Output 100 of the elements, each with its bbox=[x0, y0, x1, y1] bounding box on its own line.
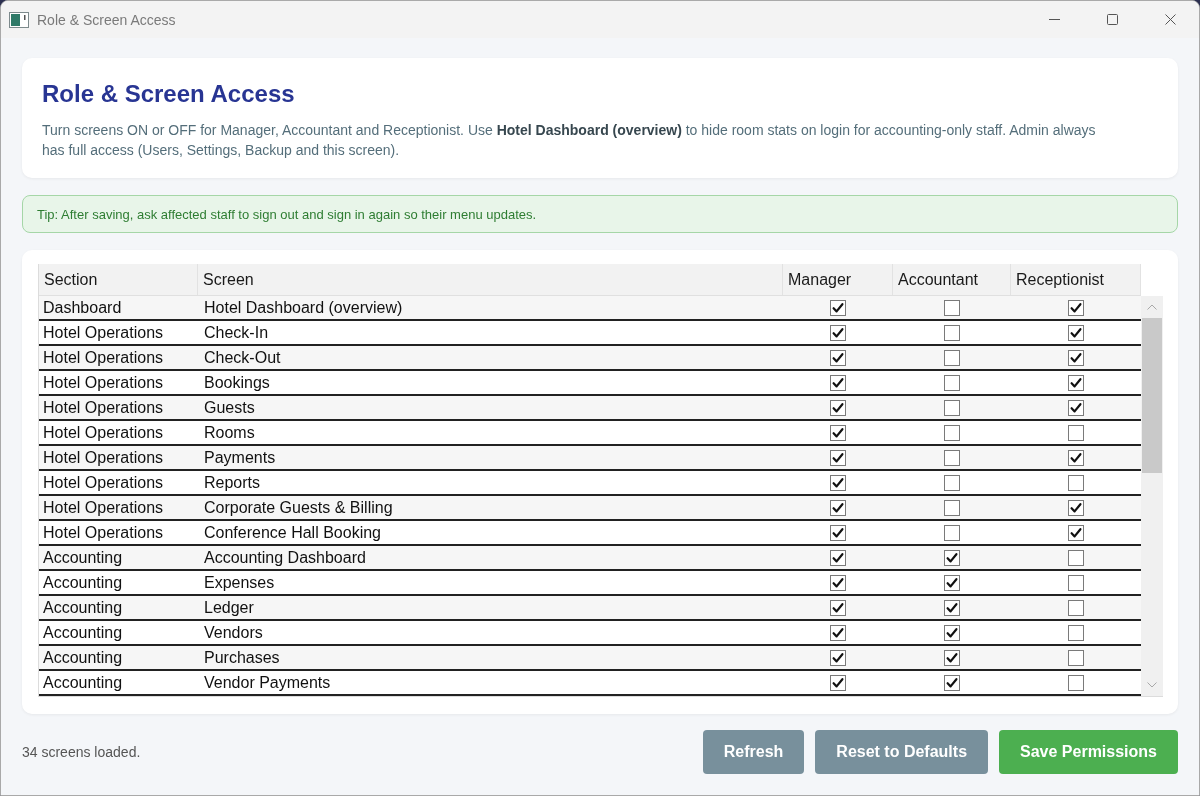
column-header[interactable]: Accountant bbox=[893, 264, 1011, 295]
table-cell-text: Hotel Operations bbox=[42, 422, 165, 443]
checkbox[interactable] bbox=[1068, 499, 1084, 516]
table-row[interactable]: Hotel Operations Guests bbox=[39, 396, 1141, 421]
table-cell-text: Ledger bbox=[203, 597, 255, 618]
checkbox[interactable] bbox=[1068, 299, 1084, 316]
checkbox[interactable] bbox=[944, 399, 960, 416]
table-row[interactable]: Accounting Accounting Dashboard bbox=[39, 546, 1141, 571]
table-cell-text: Vendor Payments bbox=[203, 672, 332, 693]
checkbox[interactable] bbox=[830, 524, 846, 541]
description-text: Turn screens ON or OFF for Manager, Accountant and Receptionist. Use Hotel Dashboard (overview) to hide room stats on login for accounting-only staff. Admin always has full access (Users, Settings, Backup and this screen). bbox=[42, 121, 1097, 160]
scrollbar-thumb[interactable] bbox=[1142, 318, 1162, 473]
checkbox[interactable] bbox=[830, 474, 846, 491]
checkbox[interactable] bbox=[830, 424, 846, 441]
checkbox[interactable] bbox=[944, 299, 960, 316]
table-cell-text: Accounting bbox=[42, 597, 124, 618]
checkbox[interactable] bbox=[830, 299, 846, 316]
table-row[interactable]: Dashboard Hotel Dashboard (overview) bbox=[39, 296, 1141, 321]
table-cell-text: Accounting bbox=[42, 672, 124, 693]
table-row[interactable]: Hotel Operations Check-Out bbox=[39, 346, 1141, 371]
checkbox[interactable] bbox=[830, 374, 846, 391]
table-cell-text: Hotel Operations bbox=[42, 522, 165, 543]
table-cell-text: Expenses bbox=[203, 572, 276, 593]
scrollbar[interactable] bbox=[1141, 296, 1163, 696]
table-cell-text: Conference Hall Booking bbox=[203, 522, 382, 543]
checkbox[interactable] bbox=[1068, 474, 1084, 491]
checkbox[interactable] bbox=[830, 649, 846, 666]
checkbox[interactable] bbox=[1068, 649, 1084, 666]
table-cell-text: Check-In bbox=[203, 322, 270, 343]
checkbox[interactable] bbox=[944, 599, 960, 616]
checkbox[interactable] bbox=[944, 499, 960, 516]
checkbox[interactable] bbox=[830, 599, 846, 616]
checkbox[interactable] bbox=[1068, 524, 1084, 541]
table-cell-text: Accounting bbox=[42, 647, 124, 668]
table-cell-text: Hotel Operations bbox=[42, 447, 165, 468]
checkbox[interactable] bbox=[830, 499, 846, 516]
checkbox[interactable] bbox=[830, 674, 846, 691]
table-cell-text: Hotel Operations bbox=[42, 322, 165, 343]
table-cell-text: Dashboard bbox=[42, 297, 123, 318]
checkbox[interactable] bbox=[830, 399, 846, 416]
checkbox[interactable] bbox=[944, 324, 960, 341]
checkbox[interactable] bbox=[1068, 374, 1084, 391]
checkbox[interactable] bbox=[944, 574, 960, 591]
checkbox[interactable] bbox=[1068, 574, 1084, 591]
checkbox[interactable] bbox=[944, 424, 960, 441]
table-cell-text: Hotel Operations bbox=[42, 472, 165, 493]
table-cell-text: Accounting bbox=[42, 547, 124, 568]
checkbox[interactable] bbox=[830, 574, 846, 591]
checkbox[interactable] bbox=[944, 624, 960, 641]
table-cell-text: Accounting Dashboard bbox=[203, 547, 367, 568]
checkbox[interactable] bbox=[944, 349, 960, 366]
checkbox[interactable] bbox=[944, 674, 960, 691]
column-header[interactable]: Manager bbox=[783, 264, 893, 295]
page-title: Role & Screen Access bbox=[42, 80, 296, 108]
checkbox[interactable] bbox=[1068, 599, 1084, 616]
checkbox[interactable] bbox=[944, 549, 960, 566]
table-row[interactable]: Accounting Purchases bbox=[39, 646, 1141, 671]
checkbox[interactable] bbox=[1068, 324, 1084, 341]
checkbox[interactable] bbox=[944, 474, 960, 491]
table-cell-text: Accounting bbox=[42, 572, 124, 593]
table-cell-text: Bookings bbox=[203, 372, 271, 393]
table-cell-text: Hotel Operations bbox=[42, 397, 165, 418]
tip-message: Tip: After saving, ask affected staff to sign out and sign in again so their menu updates. bbox=[22, 195, 1178, 233]
checkbox[interactable] bbox=[944, 649, 960, 666]
app-icon bbox=[9, 11, 29, 28]
table-cell-text: Rooms bbox=[203, 422, 256, 443]
table-row[interactable]: Hotel Operations Corporate Guests & Billing bbox=[39, 496, 1141, 521]
checkbox[interactable] bbox=[1068, 349, 1084, 366]
table-row[interactable]: Accounting Ledger bbox=[39, 596, 1141, 621]
checkbox[interactable] bbox=[830, 549, 846, 566]
checkbox[interactable] bbox=[1068, 399, 1084, 416]
checkbox[interactable] bbox=[830, 624, 846, 641]
table-cell-text: Payments bbox=[203, 447, 277, 468]
checkbox[interactable] bbox=[944, 374, 960, 391]
checkbox[interactable] bbox=[944, 524, 960, 541]
checkbox[interactable] bbox=[1068, 674, 1084, 691]
table-cell-text: Hotel Operations bbox=[42, 497, 165, 518]
maximize-icon bbox=[1106, 14, 1118, 25]
checkbox[interactable] bbox=[1068, 449, 1084, 466]
checkbox[interactable] bbox=[1068, 624, 1084, 641]
table-row[interactable]: Hotel Operations Payments bbox=[39, 446, 1141, 471]
table-cell-text: Check-Out bbox=[203, 347, 282, 368]
checkbox[interactable] bbox=[1068, 424, 1084, 441]
table-cell-text: Corporate Guests & Billing bbox=[203, 497, 394, 518]
table-cell-text: Hotel Operations bbox=[42, 372, 165, 393]
table-cell-text: Reports bbox=[203, 472, 262, 493]
checkbox[interactable] bbox=[830, 324, 846, 341]
column-header[interactable]: Screen bbox=[198, 264, 783, 295]
table-cell-text: Purchases bbox=[203, 647, 281, 668]
checkbox[interactable] bbox=[830, 449, 846, 466]
status-text: 34 screens loaded. bbox=[22, 744, 141, 760]
column-header[interactable]: Section bbox=[39, 264, 198, 295]
checkbox[interactable] bbox=[944, 449, 960, 466]
column-header[interactable]: Receptionist bbox=[1011, 264, 1141, 295]
table-cell-text: Hotel Operations bbox=[42, 347, 165, 368]
checkbox[interactable] bbox=[830, 349, 846, 366]
table-cell-text: Vendors bbox=[203, 622, 264, 643]
table-cell-text: Hotel Dashboard (overview) bbox=[203, 297, 404, 318]
checkbox[interactable] bbox=[1068, 549, 1084, 566]
table-cell-text: Guests bbox=[203, 397, 256, 418]
